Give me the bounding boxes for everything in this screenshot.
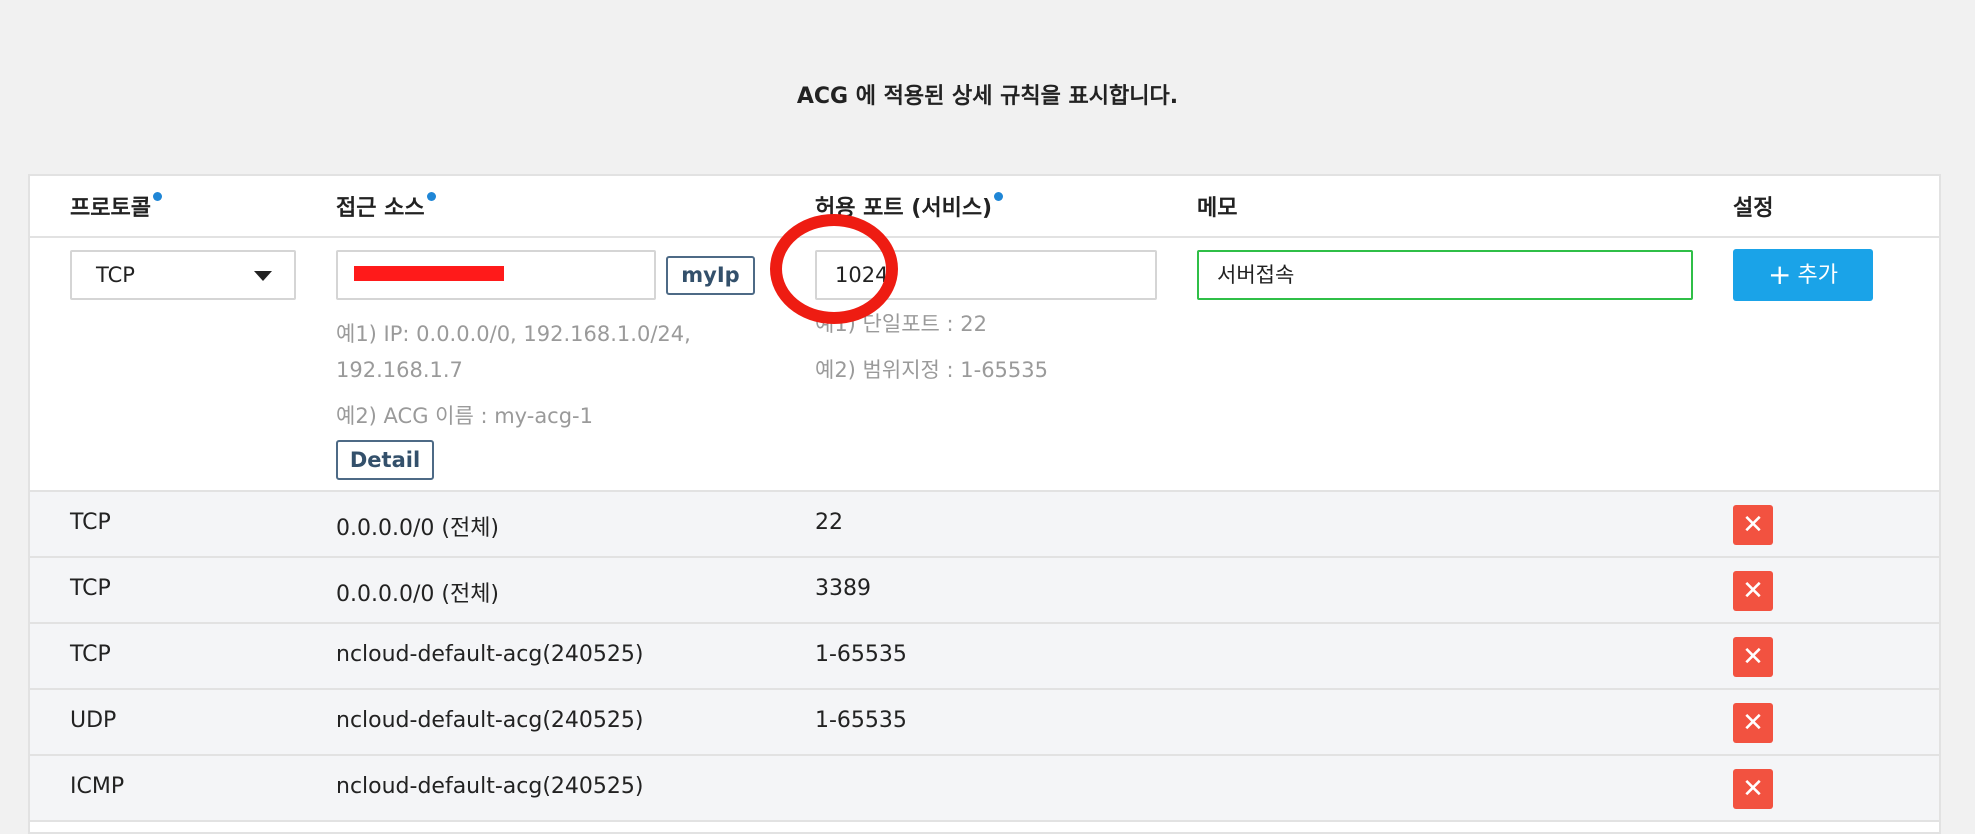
rule-source: ncloud-default-acg(240525) <box>336 774 644 799</box>
add-rule-label: 추가 <box>1797 263 1838 288</box>
protocol-select-value: TCP <box>96 263 135 287</box>
rule-protocol: UDP <box>70 708 117 733</box>
rule-port: 1-65535 <box>815 708 907 733</box>
rule-protocol: TCP <box>70 510 111 535</box>
detail-button[interactable]: Detail <box>336 440 434 480</box>
rule-protocol: TCP <box>70 642 111 667</box>
required-dot-icon <box>152 192 162 201</box>
table-row: TCP ncloud-default-acg(240525) 1-65535 ✕ <box>30 624 1939 690</box>
plus-icon: + <box>1768 258 1792 291</box>
memo-input[interactable]: 서버접속 <box>1197 250 1693 300</box>
table-row: TCP 0.0.0.0/0 (전체) 22 ✕ <box>30 492 1939 558</box>
table-row: UDP ncloud-default-acg(240525) 1-65535 ✕ <box>30 690 1939 756</box>
column-header-memo: 메모 <box>1197 196 1238 221</box>
table-row: ICMP ncloud-default-acg(240525) ✕ <box>30 756 1939 822</box>
acg-rules-table: 프로토콜 접근 소스 허용 포트 (서비스) 메모 설정 TCP myIp 예1… <box>28 174 1941 834</box>
rule-source: ncloud-default-acg(240525) <box>336 642 644 667</box>
page-title: ACG 에 적용된 상세 규칙을 표시합니다. <box>796 84 1179 109</box>
rule-port: 1-65535 <box>815 642 907 667</box>
delete-rule-button[interactable]: ✕ <box>1733 571 1773 611</box>
column-header-source: 접근 소스 <box>336 190 436 222</box>
close-icon: ✕ <box>1742 774 1764 804</box>
close-icon: ✕ <box>1742 510 1764 540</box>
column-header-protocol: 프로토콜 <box>70 190 162 222</box>
source-hint-2: 예2) ACG 이름 : my-acg-1 <box>336 404 593 428</box>
port-hint-2: 예2) 범위지정 : 1-65535 <box>815 358 1048 382</box>
add-rule-button[interactable]: + 추가 <box>1733 249 1873 301</box>
close-icon: ✕ <box>1742 642 1764 672</box>
close-icon: ✕ <box>1742 576 1764 606</box>
caret-down-icon <box>254 271 272 281</box>
delete-rule-button[interactable]: ✕ <box>1733 637 1773 677</box>
required-dot-icon <box>426 192 436 201</box>
delete-rule-button[interactable]: ✕ <box>1733 703 1773 743</box>
table-row: TCP 0.0.0.0/0 (전체) 3389 ✕ <box>30 558 1939 624</box>
rule-source: 0.0.0.0/0 (전체) <box>336 516 500 541</box>
source-hint-1: 예1) IP: 0.0.0.0/0, 192.168.1.0/24, 192.1… <box>336 322 691 382</box>
rule-source: 0.0.0.0/0 (전체) <box>336 582 500 607</box>
myip-button[interactable]: myIp <box>666 256 755 295</box>
rule-port: 3389 <box>815 576 871 601</box>
required-dot-icon <box>994 192 1004 201</box>
delete-rule-button[interactable]: ✕ <box>1733 769 1773 809</box>
redaction-mark <box>354 266 504 281</box>
column-header-protocol-label: 프로토콜 <box>70 196 151 221</box>
source-input[interactable] <box>336 250 656 300</box>
rule-source: ncloud-default-acg(240525) <box>336 708 644 733</box>
rule-port: 22 <box>815 510 843 535</box>
annotation-circle <box>770 214 898 324</box>
protocol-select[interactable]: TCP <box>70 250 296 300</box>
column-header-settings: 설정 <box>1733 196 1774 221</box>
delete-rule-button[interactable]: ✕ <box>1733 505 1773 545</box>
rule-protocol: ICMP <box>70 774 125 799</box>
table-header: 프로토콜 접근 소스 허용 포트 (서비스) 메모 설정 <box>30 176 1939 238</box>
new-rule-form: TCP myIp 예1) IP: 0.0.0.0/0, 192.168.1.0/… <box>30 238 1939 492</box>
close-icon: ✕ <box>1742 708 1764 738</box>
column-header-source-label: 접근 소스 <box>336 196 425 221</box>
rule-protocol: TCP <box>70 576 111 601</box>
